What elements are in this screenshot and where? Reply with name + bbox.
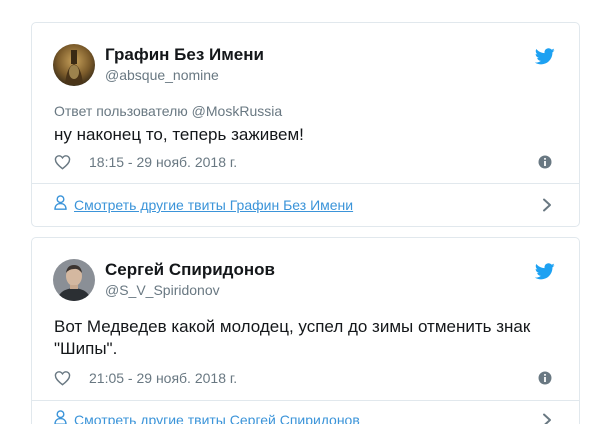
tweet-text-line: "Шипы". bbox=[54, 339, 118, 358]
heart-icon[interactable] bbox=[54, 154, 71, 170]
author-handle[interactable]: @S_V_Spiridonov bbox=[105, 282, 220, 298]
author-handle[interactable]: @absque_nomine bbox=[105, 67, 219, 83]
tweet-text: Вот Медведев какой молодец, успел до зим… bbox=[54, 316, 530, 360]
tweet-timestamp[interactable]: 21:05 - 29 нояб. 2018 г. bbox=[89, 370, 237, 386]
heart-icon[interactable] bbox=[54, 370, 71, 386]
person-icon bbox=[54, 195, 67, 215]
info-icon[interactable] bbox=[538, 155, 552, 169]
more-tweets-link[interactable]: Смотреть другие твиты Графин Без Имени bbox=[54, 195, 353, 215]
chevron-right-icon[interactable] bbox=[542, 413, 552, 424]
tweet-card: Сергей Спиридонов @S_V_Spiridonov Вот Ме… bbox=[31, 237, 580, 424]
person-icon bbox=[54, 410, 67, 424]
author-name[interactable]: Графин Без Имени bbox=[105, 45, 264, 65]
divider bbox=[32, 400, 579, 401]
tweet-text: ну наконец то, теперь заживем! bbox=[54, 124, 304, 146]
tweet-card: Графин Без Имени @absque_nomine Ответ по… bbox=[31, 22, 580, 227]
twitter-bird-icon[interactable] bbox=[534, 48, 555, 65]
tweet-text-line: ну наконец то, теперь заживем! bbox=[54, 125, 304, 144]
twitter-bird-icon[interactable] bbox=[534, 263, 555, 280]
more-tweets-label[interactable]: Смотреть другие твиты Сергей Спиридонов bbox=[74, 412, 360, 424]
divider bbox=[32, 183, 579, 184]
author-name[interactable]: Сергей Спиридонов bbox=[105, 260, 275, 280]
avatar[interactable] bbox=[53, 44, 95, 86]
more-tweets-link[interactable]: Смотреть другие твиты Сергей Спиридонов bbox=[54, 410, 360, 424]
chevron-right-icon[interactable] bbox=[542, 198, 552, 212]
reply-to-label: Ответ пользователю @MoskRussia bbox=[54, 103, 283, 119]
tweet-timestamp[interactable]: 18:15 - 29 нояб. 2018 г. bbox=[89, 154, 237, 170]
info-icon[interactable] bbox=[538, 371, 552, 385]
tweet-text-line: Вот Медведев какой молодец, успел до зим… bbox=[54, 317, 531, 336]
avatar[interactable] bbox=[53, 259, 95, 301]
more-tweets-label[interactable]: Смотреть другие твиты Графин Без Имени bbox=[74, 197, 353, 213]
